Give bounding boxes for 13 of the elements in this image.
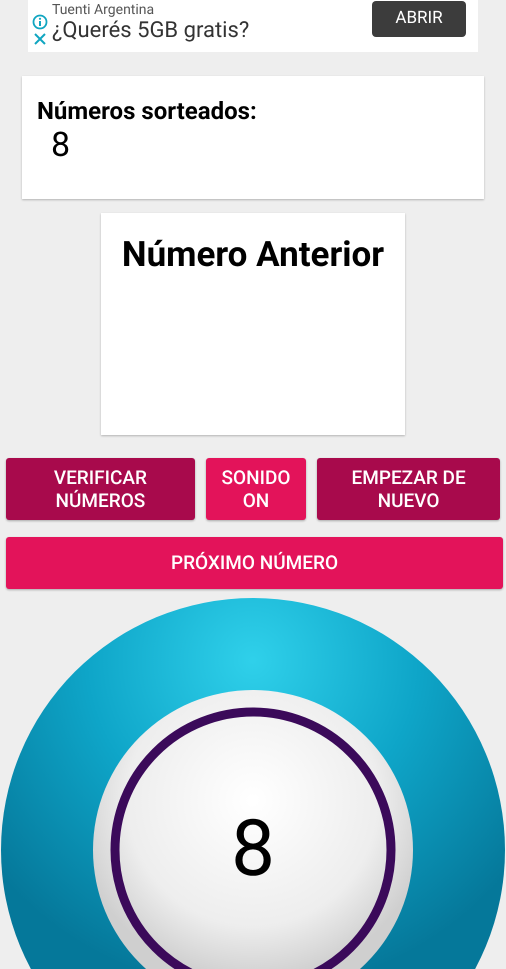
action-button[interactable]: VERIFICAR NÚMEROS [6, 458, 195, 520]
open-button[interactable]: ABRIR [372, 1, 466, 37]
card-title: Número Anterior [122, 233, 384, 277]
ad-headline: ¿Querés 5GB gratis? [52, 17, 250, 45]
close-icon[interactable] [33, 32, 47, 46]
advertiser-name: Tuenti Argentina [52, 4, 156, 16]
drawn-numbers: 8 [50, 126, 72, 164]
next-number-button[interactable]: PRÓXIMO NÚMERO [6, 537, 503, 589]
action-button[interactable]: SONIDO ON [206, 458, 306, 520]
action-button[interactable]: EMPEZAR DE NUEVO [317, 458, 500, 520]
info-icon[interactable] [32, 14, 48, 30]
ball-number: 8 [231, 804, 275, 895]
card-title: Números sorteados: [37, 96, 258, 126]
